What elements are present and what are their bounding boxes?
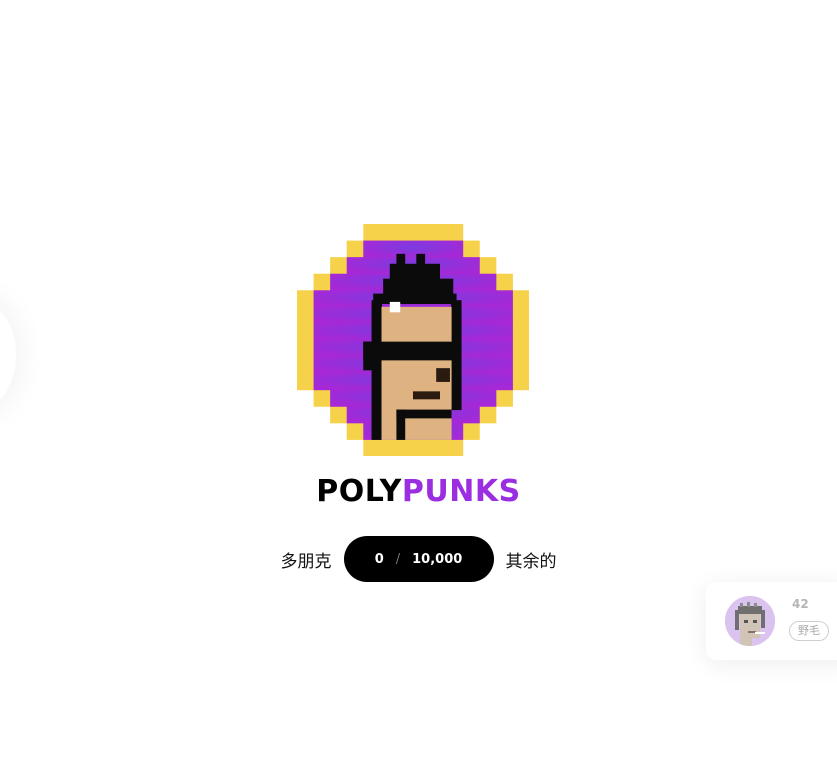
counter-right-label: 其余的: [505, 551, 557, 572]
page: POLYPUNKS 多朋克 0 / 10,000 其余的 42 野毛: [0, 0, 837, 758]
trait-tag: 野毛: [789, 621, 829, 641]
brand-word-punks: PUNKS: [401, 474, 521, 509]
count-separator: /: [395, 551, 401, 567]
total-supply: 10,000: [412, 551, 463, 567]
mint-counter: 多朋克 0 / 10,000 其余的: [0, 536, 837, 582]
counter-left-label: 多朋克: [280, 551, 332, 572]
brand-word-poly: POLY: [316, 474, 402, 509]
mint-count-pill: 0 / 10,000: [343, 536, 494, 582]
activity-toast[interactable]: 42 野毛: [706, 582, 837, 660]
pixel-punk-coin-icon: [297, 224, 529, 456]
punk-avatar-icon: [725, 596, 775, 646]
toast-count: 42: [792, 597, 809, 611]
minted-count: 0: [374, 551, 384, 567]
offscreen-card-edge: [0, 300, 16, 410]
brand-title: POLYPUNKS: [0, 472, 837, 512]
